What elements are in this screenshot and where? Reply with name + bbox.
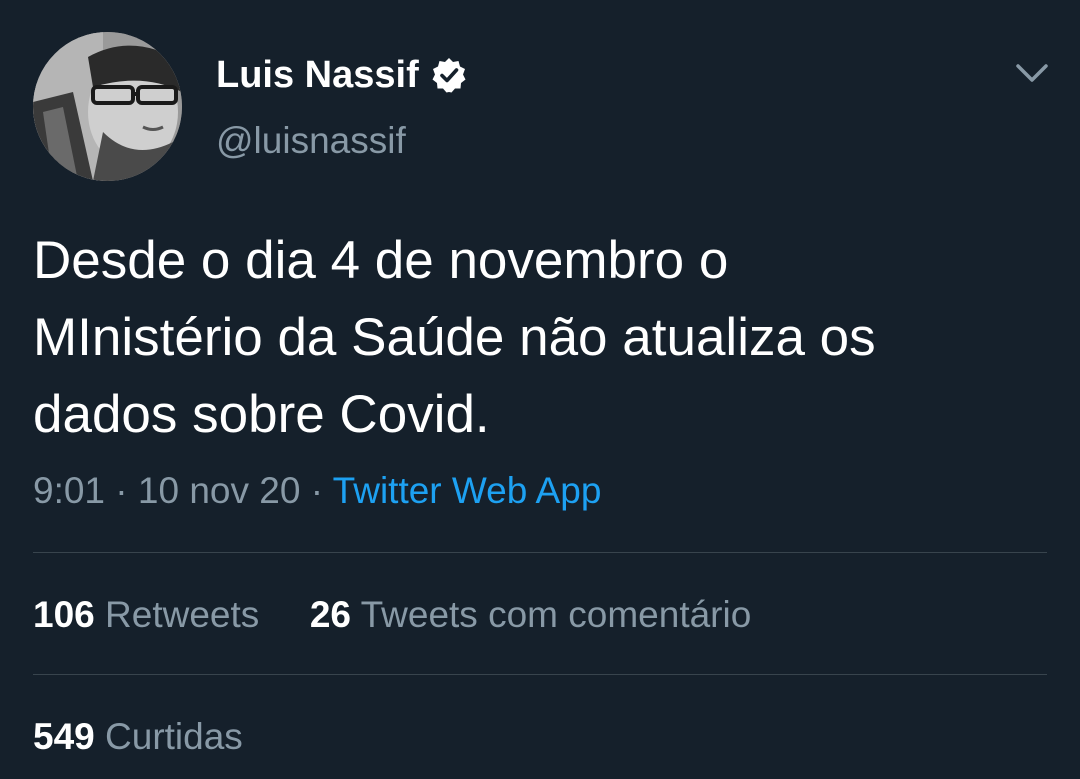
meta-separator: · — [310, 470, 324, 511]
likes-stats-row: 549 Curtidas — [33, 716, 243, 758]
avatar[interactable] — [33, 32, 182, 181]
tweet-source-link[interactable]: Twitter Web App — [333, 470, 602, 511]
retweets-stat[interactable]: 106 Retweets — [33, 594, 270, 635]
quotes-stat[interactable]: 26 Tweets com comentário — [310, 594, 752, 635]
quotes-label: Tweets com comentário — [360, 594, 752, 635]
display-name[interactable]: Luis Nassif — [216, 54, 419, 97]
retweets-count: 106 — [33, 594, 95, 635]
tweet-time[interactable]: 9:01 — [33, 470, 105, 511]
likes-count: 549 — [33, 716, 95, 757]
verified-badge-icon — [431, 57, 467, 93]
divider — [33, 552, 1047, 553]
retweets-label: Retweets — [105, 594, 260, 635]
tweet-date[interactable]: 10 nov 20 — [138, 470, 301, 511]
tweet-metadata: 9:01 · 10 nov 20 · Twitter Web App — [33, 470, 601, 512]
quotes-count: 26 — [309, 594, 351, 635]
share-stats-row: 106 Retweets 26 Tweets com comentário — [33, 594, 751, 636]
avatar-photo — [33, 32, 182, 181]
tweet-text: Desde o dia 4 de novembro o MInistério d… — [33, 231, 876, 444]
author-name-row[interactable]: Luis Nassif — [216, 52, 467, 98]
divider — [33, 674, 1047, 675]
meta-separator: · — [115, 470, 128, 511]
likes-stat[interactable]: 549 Curtidas — [33, 716, 243, 757]
chevron-down-icon[interactable] — [1012, 58, 1052, 88]
likes-label: Curtidas — [105, 716, 243, 757]
author-handle[interactable]: @luisnassif — [216, 120, 406, 162]
